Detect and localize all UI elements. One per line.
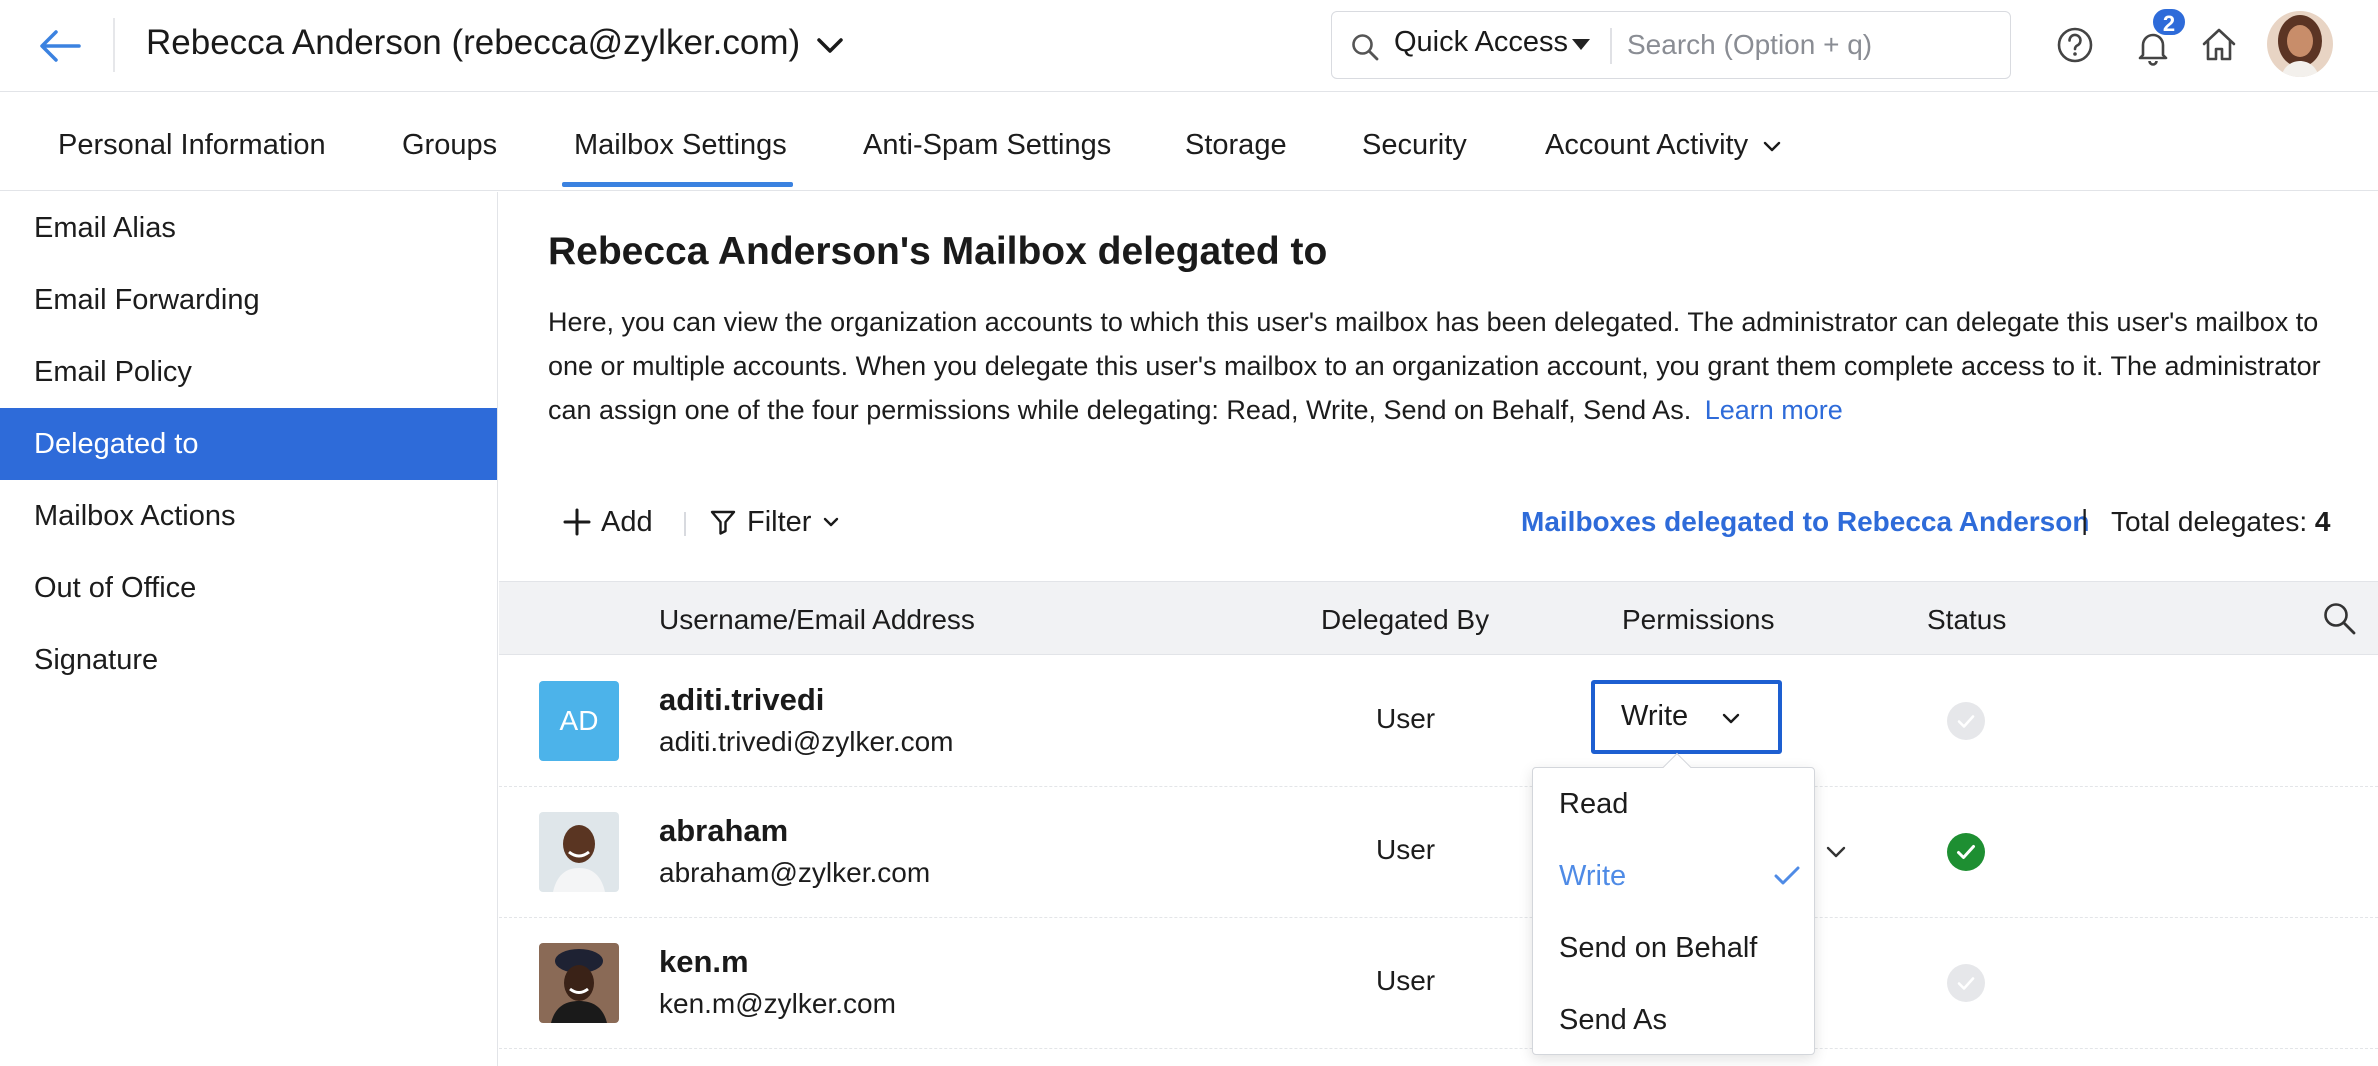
search-input[interactable] (1627, 22, 1997, 68)
table-header: Username/Email Address Delegated By Perm… (499, 581, 2378, 655)
quick-access-caret-icon[interactable] (1572, 39, 1590, 50)
tab-groups[interactable]: Groups (402, 129, 497, 162)
mailboxes-delegated-link[interactable]: Mailboxes delegated to Rebecca Anderson (1521, 506, 2089, 538)
back-arrow-icon[interactable] (36, 24, 84, 68)
sidebar-item-email-alias[interactable]: Email Alias (0, 192, 497, 264)
toolbar-pipe-separator: | (2081, 504, 2089, 535)
page-description: Here, you can view the organization acco… (548, 300, 2348, 432)
search-icon (1352, 34, 1379, 61)
permission-option-send-as[interactable]: Send As (1533, 984, 1814, 1056)
active-tab-indicator (562, 182, 793, 187)
column-header-permissions: Permissions (1622, 604, 1775, 635)
sidebar-item-mailbox-actions[interactable]: Mailbox Actions (0, 480, 497, 552)
tab-bar: Personal Information Groups Mailbox Sett… (0, 93, 2378, 191)
permission-option-send-on-behalf[interactable]: Send on Behalf (1533, 912, 1814, 984)
chevron-down-icon (1722, 713, 1740, 724)
sidebar: Email Alias Email Forwarding Email Polic… (0, 192, 498, 1066)
quick-access-dropdown[interactable]: Quick Access (1394, 26, 1568, 59)
avatar (539, 943, 619, 1023)
table-search-icon[interactable] (2321, 600, 2357, 636)
row-delegated-by: User (1376, 965, 1436, 996)
total-delegates-label: Total delegates: (2111, 506, 2308, 537)
total-delegates-count: 4 (2314, 506, 2331, 537)
sidebar-item-delegated-to[interactable]: Delegated to (0, 408, 497, 480)
description-text: Here, you can view the organization acco… (548, 307, 2321, 425)
notification-badge: 2 (2151, 7, 2187, 37)
tab-personal-information[interactable]: Personal Information (58, 129, 326, 162)
table-row[interactable]: abraham abraham@zylker.com User (499, 787, 2378, 918)
permission-select-value: Write (1621, 700, 1689, 732)
toolbar-separator (684, 512, 686, 536)
search-separator (1610, 28, 1612, 64)
row-email: aditi.trivedi@zylker.com (659, 726, 954, 757)
chevron-down-icon (824, 517, 839, 527)
header-divider (113, 18, 115, 72)
row-username: aditi.trivedi (659, 682, 825, 717)
search-bar: Quick Access (1331, 11, 2011, 79)
add-button[interactable]: Add (563, 500, 653, 544)
sidebar-item-email-forwarding[interactable]: Email Forwarding (0, 264, 497, 336)
avatar: AD (539, 681, 619, 761)
row-email: abraham@zylker.com (659, 857, 931, 888)
user-avatar[interactable] (2267, 11, 2333, 77)
permission-dropdown-menu: Read Write Send on Behalf Send As (1532, 752, 1815, 1056)
row-delegated-by: User (1376, 703, 1436, 734)
sidebar-item-out-of-office[interactable]: Out of Office (0, 552, 497, 624)
chevron-down-icon (1763, 141, 1781, 152)
home-icon[interactable] (2198, 24, 2240, 66)
add-button-label: Add (601, 505, 653, 538)
total-delegates: Total delegates: 4 (2111, 506, 2331, 538)
help-icon[interactable] (2054, 24, 2096, 66)
tab-storage[interactable]: Storage (1185, 129, 1287, 162)
checkmark-icon (1774, 866, 1800, 885)
toolbar: Add Filter Mailboxes delegated to Rebecc… (499, 492, 2378, 552)
tab-account-activity[interactable]: Account Activity (1545, 129, 1782, 162)
tab-anti-spam-settings[interactable]: Anti-Spam Settings (863, 129, 1111, 162)
tab-mailbox-settings[interactable]: Mailbox Settings (574, 129, 787, 162)
plus-icon (563, 508, 591, 536)
permission-select[interactable]: Write (1591, 680, 1782, 754)
page-title: Rebecca Anderson's Mailbox delegated to (548, 230, 1328, 273)
column-header-status: Status (1927, 604, 2007, 635)
filter-icon (710, 510, 736, 535)
account-switch-chevron-icon[interactable] (810, 30, 850, 62)
sidebar-item-email-policy[interactable]: Email Policy (0, 336, 497, 408)
learn-more-link[interactable]: Learn more (1705, 395, 1843, 425)
top-bar: Rebecca Anderson (rebecca@zylker.com) Qu… (0, 0, 2378, 92)
status-inactive-icon (1947, 964, 1985, 1002)
permission-chevron-down-icon[interactable] (1821, 839, 1851, 865)
sidebar-item-signature[interactable]: Signature (0, 624, 497, 696)
row-username: ken.m (659, 944, 749, 979)
avatar (539, 812, 619, 892)
column-header-username: Username/Email Address (659, 604, 975, 635)
permission-option-read[interactable]: Read (1533, 768, 1814, 840)
filter-button-label: Filter (747, 505, 812, 538)
account-title: Rebecca Anderson (rebecca@zylker.com) (146, 23, 801, 62)
column-header-delegated-by: Delegated By (1321, 604, 1490, 635)
tab-security[interactable]: Security (1362, 129, 1467, 162)
row-email: ken.m@zylker.com (659, 988, 896, 1019)
row-username: abraham (659, 813, 789, 848)
filter-button[interactable]: Filter (709, 500, 841, 544)
status-inactive-icon (1947, 702, 1985, 740)
permission-option-write[interactable]: Write (1533, 840, 1814, 912)
tab-account-activity-label: Account Activity (1545, 129, 1749, 161)
table-row[interactable]: AD aditi.trivedi aditi.trivedi@zylker.co… (499, 656, 2378, 787)
row-delegated-by: User (1376, 834, 1436, 865)
table-row[interactable]: ken.m ken.m@zylker.com User (499, 918, 2378, 1049)
permission-option-write-label: Write (1559, 860, 1627, 892)
status-active-icon (1947, 833, 1985, 871)
main-content: Rebecca Anderson's Mailbox delegated to … (499, 192, 2378, 1066)
